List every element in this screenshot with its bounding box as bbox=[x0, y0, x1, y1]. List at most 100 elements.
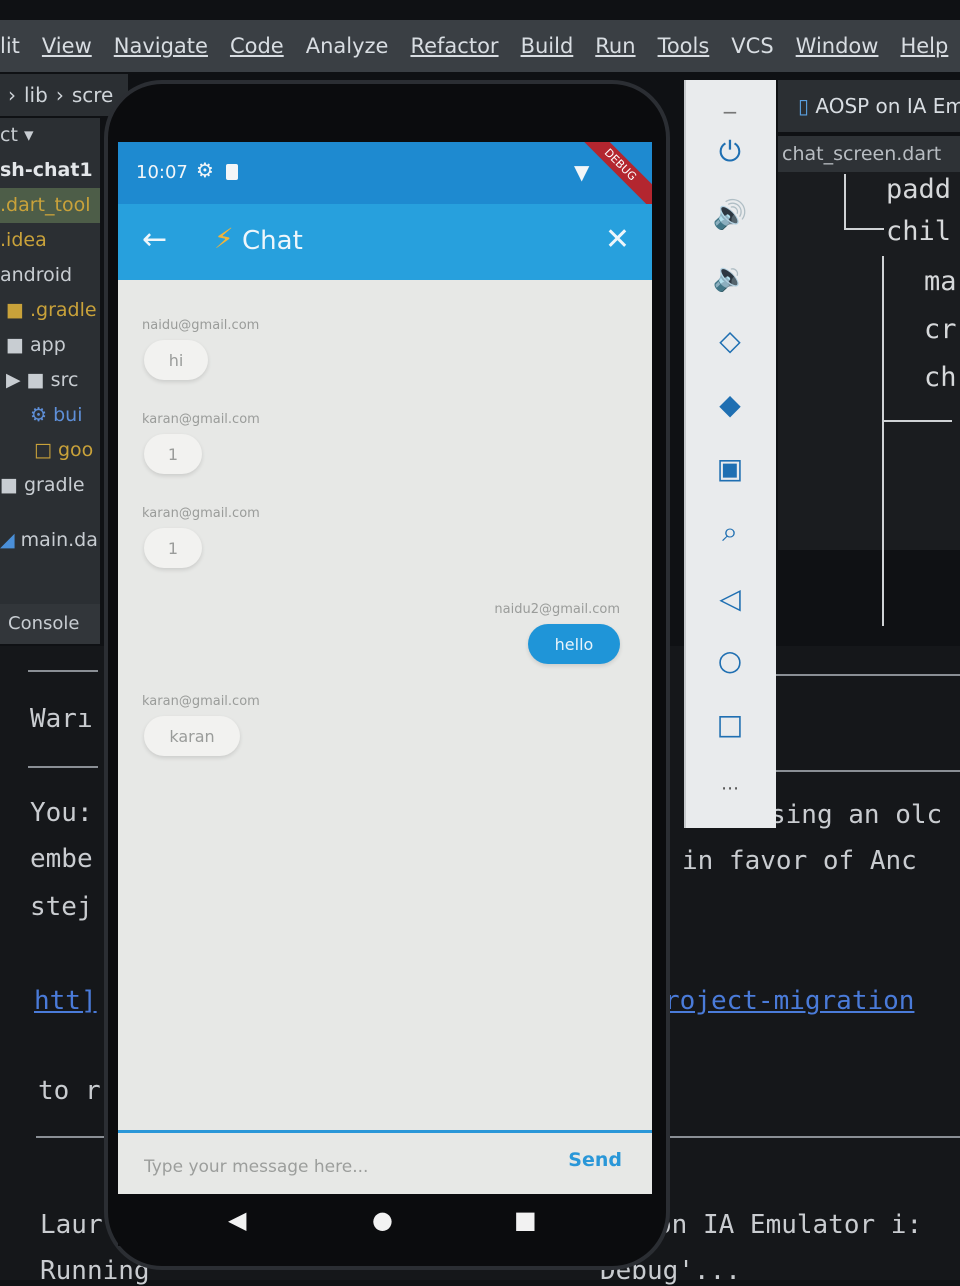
tree-item-root[interactable]: sh-chat1 bbox=[0, 153, 100, 188]
tree-item-build[interactable]: ⚙ bui bbox=[0, 398, 100, 433]
tree-item-gradle-folder[interactable]: ■ .gradle bbox=[0, 293, 100, 328]
tree-label: app bbox=[30, 334, 66, 356]
message-bubble: 1 bbox=[144, 528, 202, 568]
code-line: chil bbox=[886, 216, 952, 247]
message-sender: karan@gmail.com bbox=[142, 506, 260, 521]
tree-item-dart-tool[interactable]: .dart_tool bbox=[0, 188, 100, 223]
power-icon[interactable]: ⏻ bbox=[706, 128, 754, 176]
device-selector[interactable]: ▯ AOSP on IA Em bbox=[778, 80, 960, 132]
breadcrumb-screens[interactable]: scre bbox=[72, 83, 114, 107]
console-using: sing an olc bbox=[770, 800, 943, 830]
folder-icon: ■ bbox=[0, 474, 18, 496]
tree-item-google[interactable]: □ goo bbox=[0, 433, 100, 468]
tree-item-src[interactable]: ▶ ■ src bbox=[0, 363, 100, 398]
tree-item-idea[interactable]: .idea bbox=[0, 223, 100, 258]
tree-label: goo bbox=[58, 439, 94, 461]
menu-view[interactable]: View bbox=[42, 34, 92, 58]
home-nav-icon[interactable]: ○ bbox=[706, 636, 754, 684]
zoom-icon[interactable]: ⌕ bbox=[706, 508, 754, 556]
android-nav-bar: ◀ ● ■ bbox=[118, 1194, 652, 1246]
back-nav-icon[interactable]: ◁ bbox=[706, 574, 754, 622]
tree-label: .gradle bbox=[30, 299, 97, 321]
console-launch: Laur bbox=[40, 1210, 103, 1240]
menu-edit[interactable]: lit bbox=[0, 34, 20, 58]
camera-icon[interactable]: ▣ bbox=[706, 444, 754, 492]
breadcrumb-lib[interactable]: lib bbox=[24, 83, 48, 107]
code-editor[interactable]: padd chil ma cr ch bbox=[778, 172, 960, 626]
message-list: naidu@gmail.com hi karan@gmail.com 1 kar… bbox=[118, 280, 652, 1130]
status-time: 10:07 bbox=[136, 162, 188, 183]
ide-breadcrumb: › lib › scre bbox=[0, 74, 128, 116]
rotate-left-icon[interactable]: ◇ bbox=[706, 316, 754, 364]
rotate-right-icon[interactable]: ◆ bbox=[706, 380, 754, 428]
more-icon[interactable]: ⋯ bbox=[706, 764, 754, 812]
volume-down-icon[interactable]: 🔉 bbox=[706, 252, 754, 300]
menu-refactor[interactable]: Refactor bbox=[410, 34, 498, 58]
indent-guide bbox=[882, 256, 884, 626]
tree-item-gradle[interactable]: ■ gradle bbox=[0, 468, 100, 503]
message-input[interactable] bbox=[142, 1151, 506, 1183]
back-nav-icon[interactable]: ◀ bbox=[228, 1206, 246, 1234]
code-line: ch bbox=[924, 362, 957, 393]
back-arrow-icon[interactable]: ← bbox=[142, 222, 167, 257]
message-sender: karan@gmail.com bbox=[142, 694, 260, 709]
divider bbox=[664, 1136, 960, 1138]
indent-guide bbox=[882, 420, 952, 422]
tree-label: bui bbox=[53, 404, 83, 426]
gradle-icon: ⚙ bbox=[30, 404, 48, 426]
phone-icon: ▯ bbox=[798, 94, 810, 118]
tree-item-hidden bbox=[0, 503, 100, 523]
message-bubble: 1 bbox=[144, 434, 202, 474]
menu-build[interactable]: Build bbox=[521, 34, 574, 58]
expand-arrow-icon: ▶ bbox=[6, 369, 21, 391]
tree-item-android[interactable]: android bbox=[0, 258, 100, 293]
menu-run[interactable]: Run bbox=[595, 34, 635, 58]
home-nav-icon[interactable]: ● bbox=[372, 1206, 393, 1234]
folder-icon: ■ bbox=[26, 369, 45, 391]
console-favor: in favor of Anc bbox=[682, 846, 917, 876]
editor-tab-chat-screen[interactable]: chat_screen.dart × bbox=[778, 136, 960, 201]
menu-tools[interactable]: Tools bbox=[658, 34, 710, 58]
menu-window[interactable]: Window bbox=[796, 34, 879, 58]
menu-help[interactable]: Help bbox=[900, 34, 948, 58]
menu-navigate[interactable]: Navigate bbox=[114, 34, 208, 58]
lightning-icon: ⚡ bbox=[214, 222, 234, 255]
console-emulator: on IA Emulator i: bbox=[656, 1210, 923, 1240]
sim-icon bbox=[226, 164, 238, 180]
code-line: cr bbox=[924, 314, 957, 345]
console-to: to r bbox=[38, 1076, 101, 1106]
project-dropdown[interactable]: ct ▾ bbox=[0, 118, 100, 153]
tree-label: src bbox=[50, 369, 79, 391]
device-label: AOSP on IA Em bbox=[815, 94, 960, 118]
menu-vcs[interactable]: VCS bbox=[731, 34, 773, 58]
send-button[interactable]: Send bbox=[568, 1149, 622, 1171]
divider bbox=[772, 770, 960, 772]
tree-item-app[interactable]: ■ app bbox=[0, 328, 100, 363]
console-embed: embe bbox=[30, 844, 93, 874]
file-icon: □ bbox=[34, 439, 52, 461]
gear-icon: ⚙ bbox=[196, 158, 214, 182]
caret-down-icon: ▾ bbox=[23, 124, 34, 146]
message-bubble: karan bbox=[144, 716, 240, 756]
console-migration-link[interactable]: roject-migration bbox=[664, 986, 914, 1016]
chevron-right-icon: › bbox=[55, 83, 64, 107]
overview-nav-icon[interactable]: □ bbox=[706, 700, 754, 748]
console-warning: Warı bbox=[30, 704, 93, 734]
wifi-icon: ▼ bbox=[574, 160, 590, 184]
menu-code[interactable]: Code bbox=[230, 34, 284, 58]
tree-item-main-dart[interactable]: ◢ main.da bbox=[0, 523, 100, 558]
folder-icon: ■ bbox=[6, 299, 24, 321]
overview-nav-icon[interactable]: ■ bbox=[514, 1206, 537, 1234]
message-bubble: hi bbox=[144, 340, 208, 380]
folder-icon: ■ bbox=[6, 334, 24, 356]
console-tab[interactable]: Console bbox=[0, 604, 100, 644]
volume-up-icon[interactable]: 🔊 bbox=[706, 190, 754, 238]
message-sender: naidu@gmail.com bbox=[142, 318, 260, 333]
indent-guide bbox=[844, 228, 884, 230]
console-step: stej bbox=[30, 892, 93, 922]
divider bbox=[772, 674, 960, 676]
close-icon[interactable]: ✕ bbox=[605, 222, 630, 257]
menu-analyze[interactable]: Analyze bbox=[306, 34, 389, 58]
console-link[interactable]: htt] bbox=[34, 986, 97, 1016]
message-sender: naidu2@gmail.com bbox=[494, 602, 620, 617]
